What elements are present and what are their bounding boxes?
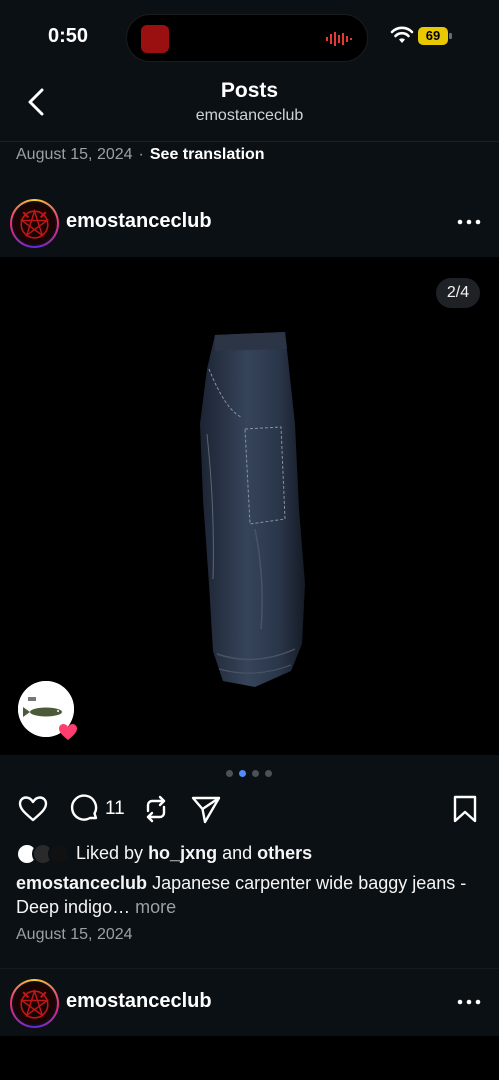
previous-post-meta: August 15, 2024 · See translation (16, 146, 265, 164)
wifi-icon (390, 26, 414, 43)
pentagram-logo-icon (14, 983, 55, 1024)
carousel-dot (252, 770, 259, 777)
page-title: Posts (220, 79, 279, 102)
battery-nub (449, 33, 452, 39)
likes-row[interactable]: Liked by ho_jxng and others (16, 843, 486, 865)
carousel-dot (265, 770, 272, 777)
previous-post-date: August 15, 2024 (16, 146, 133, 163)
like-button[interactable] (17, 793, 49, 825)
comment-button[interactable] (69, 793, 101, 825)
caption: emostanceclub Japanese carpenter wide ba… (16, 871, 486, 919)
avatar-image (14, 983, 55, 1024)
likes-others[interactable]: others (257, 843, 312, 863)
likes-prefix: Liked by (76, 843, 144, 863)
jeans-photo (200, 332, 305, 687)
avatar[interactable] (10, 199, 59, 248)
carousel-dot-active (239, 770, 246, 777)
divider (0, 968, 499, 969)
see-translation-link[interactable]: See translation (150, 146, 265, 163)
dynamic-island[interactable] (126, 14, 368, 62)
battery-level: 69 (418, 27, 448, 45)
comment-count: 11 (105, 798, 125, 819)
image-counter-badge: 2/4 (436, 278, 480, 308)
status-time: 0:50 (48, 25, 89, 47)
now-playing-art-icon (141, 25, 169, 53)
heart-icon (59, 724, 77, 740)
status-bar: 0:50 69 (0, 0, 499, 70)
avatar-frame (12, 981, 57, 1026)
post-username[interactable]: emostanceclub (66, 990, 212, 1013)
liker-avatar (48, 843, 70, 865)
next-post-header: emostanceclub (0, 970, 499, 1036)
likes-connector: and (222, 843, 253, 863)
audio-wave-icon (326, 32, 352, 46)
carousel-indicator (226, 770, 276, 778)
separator: · (138, 146, 144, 163)
likes-text: Liked by ho_jxng and others (76, 843, 312, 864)
post-date: August 15, 2024 (16, 926, 133, 943)
caption-username[interactable]: emostanceclub (16, 873, 147, 893)
next-post-image[interactable] (0, 1036, 499, 1080)
more-options-button[interactable] (457, 992, 481, 1012)
page-subtitle[interactable]: emostanceclub (0, 107, 499, 125)
post-image-carousel[interactable]: 2/4 (0, 257, 499, 755)
share-button[interactable] (190, 793, 222, 825)
avatar-image (14, 203, 55, 244)
liker-username[interactable]: ho_jxng (148, 843, 217, 863)
post-header: emostanceclub (0, 190, 499, 256)
nav-header: Posts emostanceclub (0, 70, 499, 142)
liker-avatars (16, 843, 74, 865)
more-options-button[interactable] (457, 212, 481, 232)
post-username[interactable]: emostanceclub (66, 210, 212, 233)
caption-more-link[interactable]: more (135, 897, 176, 917)
repost-button[interactable] (140, 793, 172, 825)
battery-icon: 69 (418, 27, 452, 45)
action-row: 11 (0, 790, 499, 826)
avatar-frame (12, 201, 57, 246)
save-button[interactable] (449, 793, 481, 825)
carousel-dot (226, 770, 233, 777)
pentagram-logo-icon (14, 203, 55, 244)
avatar[interactable] (10, 979, 59, 1028)
